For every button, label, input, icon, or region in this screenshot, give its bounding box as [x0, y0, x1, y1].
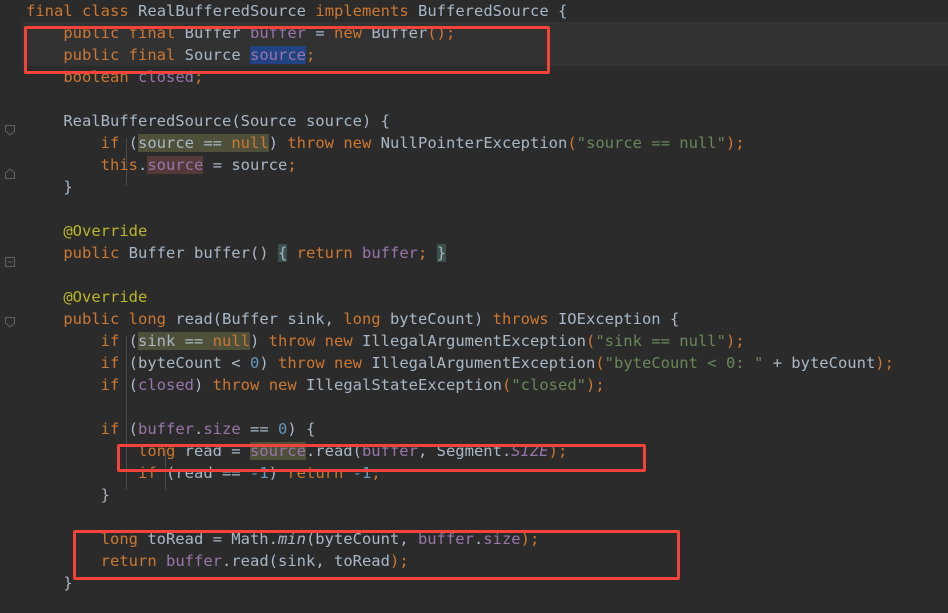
brace-match-highlight: }	[436, 244, 447, 262]
token-keyword: class	[82, 2, 129, 20]
selected-token[interactable]: source	[250, 46, 306, 64]
code-line[interactable]: if (sink == null) throw new IllegalArgum…	[22, 330, 948, 352]
code-line[interactable]: @Override	[22, 286, 948, 308]
token-annotation: @Override	[63, 288, 148, 306]
code-line[interactable]: @Override	[22, 220, 948, 242]
code-line[interactable]: boolean closed;	[22, 66, 948, 88]
code-editor[interactable]: final class RealBufferedSource implement…	[0, 0, 948, 613]
search-highlight: sink == null	[138, 332, 250, 350]
code-line[interactable]: if (closed) throw new IllegalStateExcept…	[22, 374, 948, 396]
code-line[interactable]: if (source == null) throw new NullPointe…	[22, 132, 948, 154]
token-keyword: final	[26, 2, 73, 20]
search-highlight: source	[249, 442, 306, 460]
fold-marker-expanded-icon[interactable]	[4, 124, 16, 136]
write-usage-highlight: source	[147, 156, 204, 174]
brace-match-highlight: {	[277, 244, 288, 262]
code-line[interactable]	[22, 506, 948, 528]
code-line[interactable]: return buffer.read(sink, toRead);	[22, 550, 948, 572]
code-line[interactable]: long toRead = Math.min(byteCount, buffer…	[22, 528, 948, 550]
code-line[interactable]: if (read == -1) return -1;	[22, 462, 948, 484]
token-field: buffer	[250, 24, 306, 42]
token-static-field: SIZE	[511, 442, 549, 460]
code-line[interactable]	[22, 198, 948, 220]
code-line[interactable]: }	[22, 484, 948, 506]
code-line[interactable]: if (buffer.size == 0) {	[22, 418, 948, 440]
code-line[interactable]: }	[22, 572, 948, 594]
token-classname: RealBufferedSource	[138, 2, 307, 20]
code-line[interactable]: final class RealBufferedSource implement…	[22, 0, 948, 22]
code-line[interactable]: RealBufferedSource(Source source) {	[22, 110, 948, 132]
code-line[interactable]	[22, 88, 948, 110]
code-line[interactable]: public final Source source;	[22, 44, 948, 66]
editor-gutter[interactable]	[0, 0, 22, 613]
code-line[interactable]: if (byteCount < 0) throw new IllegalArgu…	[22, 352, 948, 374]
code-line[interactable]: long read = source.read(buffer, Segment.…	[22, 440, 948, 462]
token-annotation: @Override	[63, 222, 148, 240]
token-keyword: implements	[315, 2, 409, 20]
code-line[interactable]	[22, 264, 948, 286]
fold-marker-folded-icon[interactable]	[4, 256, 16, 268]
code-content[interactable]: final class RealBufferedSource implement…	[22, 0, 948, 613]
code-line[interactable]: public long read(Buffer sink, long byteC…	[22, 308, 948, 330]
fold-marker-end-icon[interactable]	[4, 168, 16, 180]
fold-marker-expanded-icon[interactable]	[4, 316, 16, 328]
code-line[interactable]: this.source = source;	[22, 154, 948, 176]
code-line[interactable]	[22, 396, 948, 418]
code-line[interactable]: }	[22, 176, 948, 198]
code-line[interactable]: public final Buffer buffer = new Buffer(…	[22, 22, 948, 44]
search-highlight: source == null	[138, 134, 269, 152]
token-static-method: min	[277, 530, 306, 548]
code-line[interactable]: public Buffer buffer() { return buffer; …	[22, 242, 948, 264]
